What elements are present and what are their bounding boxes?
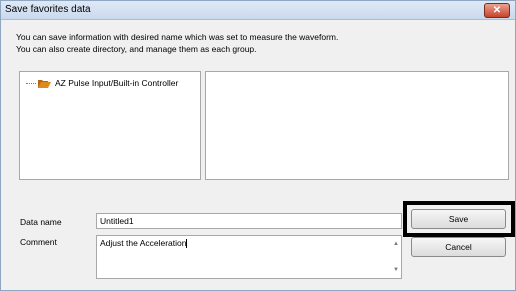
title-bar: Save favorites data ✕ bbox=[1, 1, 515, 20]
dialog-title: Save favorites data bbox=[5, 4, 91, 15]
comment-field[interactable]: Adjust the Acceleration ▲ ▼ bbox=[96, 235, 402, 279]
data-list[interactable] bbox=[205, 71, 509, 180]
scroll-down-icon[interactable]: ▼ bbox=[393, 264, 399, 276]
tree-connector bbox=[26, 82, 36, 84]
close-button[interactable]: ✕ bbox=[484, 3, 510, 18]
description-line-1: You can save information with desired na… bbox=[16, 32, 339, 42]
folder-icon bbox=[38, 80, 51, 88]
comment-text: Adjust the Acceleration bbox=[100, 238, 187, 248]
description-line-2: You can also create directory, and manag… bbox=[16, 44, 257, 54]
scroll-up-icon[interactable]: ▲ bbox=[393, 238, 399, 250]
comment-label: Comment bbox=[20, 237, 57, 247]
cancel-button[interactable]: Cancel bbox=[411, 237, 506, 257]
close-icon: ✕ bbox=[492, 5, 502, 16]
data-name-label: Data name bbox=[20, 217, 62, 227]
save-button[interactable]: Save bbox=[411, 209, 506, 229]
data-name-field[interactable]: Untitled1 bbox=[96, 213, 402, 229]
save-favorites-dialog: Save favorites data ✕ You can save infor… bbox=[0, 0, 516, 291]
tree-item[interactable]: AZ Pulse Input/Built-in Controller bbox=[26, 78, 178, 88]
text-cursor bbox=[186, 239, 188, 249]
tree-item-label: AZ Pulse Input/Built-in Controller bbox=[55, 78, 179, 88]
folder-tree[interactable]: AZ Pulse Input/Built-in Controller bbox=[19, 71, 201, 180]
